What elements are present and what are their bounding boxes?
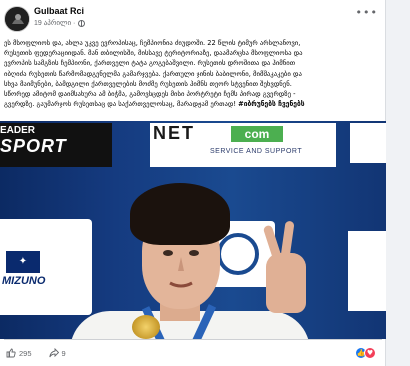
- post-line: სწორედ ამიტომ დაიმსახურა ამ ბიჭმა, გამოვ…: [4, 90, 296, 99]
- sponsor-banner-far-right: [350, 123, 386, 163]
- thumbs-up-icon[interactable]: [6, 348, 16, 358]
- likes-count[interactable]: 295: [19, 349, 32, 358]
- post-date[interactable]: 19 აპრილი ·: [34, 19, 75, 27]
- post-line: იბღიძა რუსეთის წარმომადგენელმა გამარჯვებ…: [4, 69, 302, 78]
- reaction-summary[interactable]: 👍 ♥: [355, 347, 376, 359]
- avatar-image: [5, 7, 29, 31]
- love-reaction-icon: ♥: [364, 347, 376, 359]
- post-line-last: გვერდზე. გაუმარჯოს რუსეთსაც და საქართველ…: [4, 99, 382, 109]
- share-icon[interactable]: [48, 348, 59, 358]
- post-line: გვერდზე. გაუმარჯოს რუსეთსაც და საქართველ…: [4, 100, 239, 109]
- post-line: სხვა მაიმუნები, ბამდგილი ქართველების მოძ…: [4, 79, 292, 88]
- post-card: Gulbaat Rci 19 აპრილი · ••• ეს მსოფლიოს …: [0, 0, 386, 366]
- sponsor-banner-left: EADER SPORT: [0, 123, 112, 167]
- footer-divider: [4, 339, 382, 340]
- post-line: ეს მსოფლიოს და, ახლა უკვე ევროპისაც, ჩემ…: [4, 39, 301, 47]
- shares-count[interactable]: 9: [62, 349, 66, 358]
- engagement-counts: 295 9: [6, 348, 66, 358]
- author-name[interactable]: Gulbaat Rci: [34, 6, 84, 16]
- post-line: ევროპის სამგზის ჩემპიონი, ქართველი ტატა …: [4, 59, 296, 68]
- mizuno-runbird-logo: ✦: [6, 251, 40, 273]
- author-avatar[interactable]: [4, 6, 30, 32]
- post-footer: 295 9 👍 ♥: [0, 339, 386, 366]
- post-photo[interactable]: EADER SPORT NET com SERVICE AND SUPPORT …: [0, 121, 386, 339]
- post-body: ეს მსოფლიოს და, ახლა უკვე ევროპისაც, ჩემ…: [4, 38, 382, 109]
- banner-left-top-text: EADER: [0, 125, 36, 136]
- post-header: Gulbaat Rci 19 აპრილი · •••: [0, 0, 386, 36]
- post-meta: 19 აპრილი ·: [34, 19, 86, 27]
- mizuno-board: ✦ MIZUNO: [0, 219, 92, 315]
- more-options-icon[interactable]: •••: [356, 6, 378, 19]
- globe-icon: [78, 19, 86, 27]
- athlete-hair: [130, 183, 230, 245]
- victory-hand: [266, 253, 306, 313]
- banner-net-text: NET: [153, 123, 195, 143]
- banner-service-text: SERVICE AND SUPPORT: [210, 148, 303, 155]
- sponsor-banner-right: NET com SERVICE AND SUPPORT: [150, 123, 336, 167]
- side-board: [348, 231, 386, 311]
- ijf-logo: [217, 233, 259, 275]
- share-group[interactable]: 9: [48, 348, 66, 358]
- banner-left-big-text: SPORT: [0, 136, 67, 156]
- banner-com-text: com: [231, 126, 283, 142]
- post-line: რუსეთის ფედერაციიდან. მან თბილისში, მისს…: [4, 49, 303, 58]
- mizuno-logo-text: MIZUNO: [2, 275, 46, 287]
- gold-medal: [132, 315, 160, 339]
- hashtag-link[interactable]: #იბრუნებს ჩვენებს: [238, 100, 304, 108]
